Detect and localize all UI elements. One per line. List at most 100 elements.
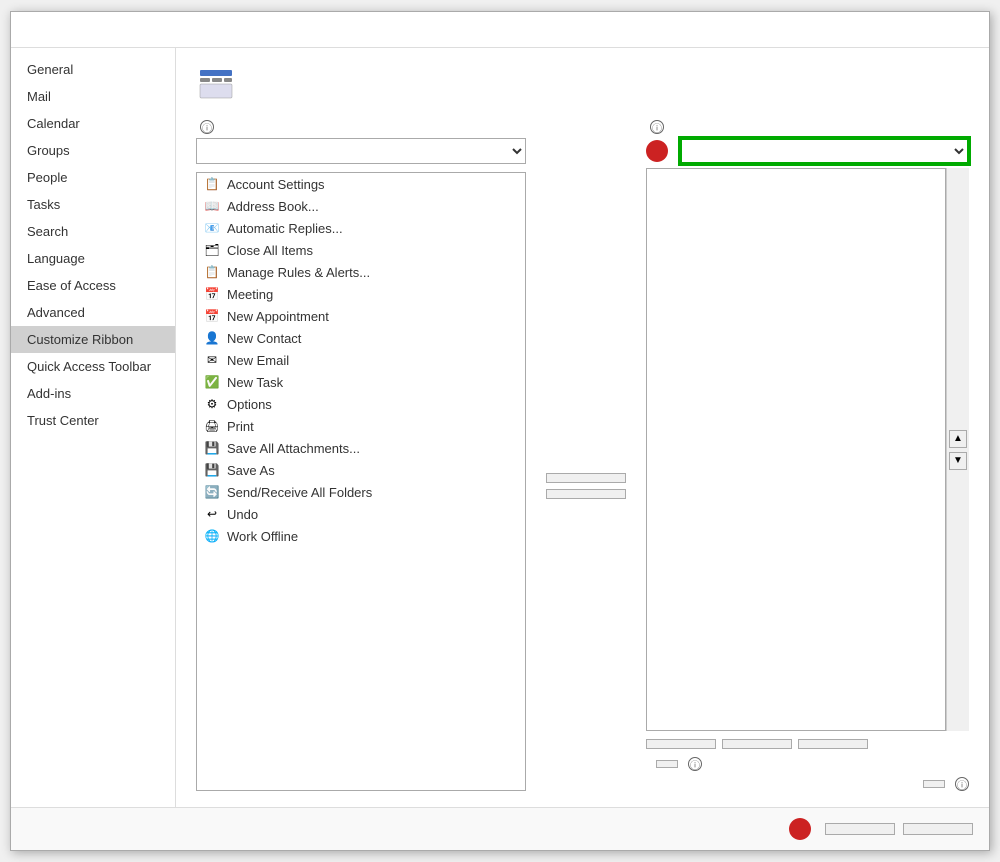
- command-icon: 🔄: [203, 483, 221, 501]
- command-label: New Appointment: [227, 309, 329, 324]
- command-icon: 📖: [203, 197, 221, 215]
- sidebar-item-add-ins[interactable]: Add-ins: [11, 380, 175, 407]
- sidebar-item-ease-of-access[interactable]: Ease of Access: [11, 272, 175, 299]
- command-item[interactable]: ⚙ Options: [197, 393, 525, 415]
- command-item[interactable]: 📋 Account Settings: [197, 173, 525, 195]
- ok-button[interactable]: [825, 823, 895, 835]
- customize-label-row: ⓘ: [646, 120, 969, 134]
- sidebar-item-people[interactable]: People: [11, 164, 175, 191]
- main-content: ⓘ 📋 Account Settings 📖 Address Book... 📧 Auto…: [176, 48, 989, 807]
- choose-label-row: ⓘ: [196, 120, 526, 134]
- ribbon-area: ▲ ▼: [646, 168, 969, 731]
- command-label: Send/Receive All Folders: [227, 485, 372, 500]
- page-header: [196, 64, 969, 104]
- new-tab-button[interactable]: [646, 739, 716, 749]
- command-item[interactable]: ✅ New Task: [197, 371, 525, 393]
- command-icon: 📧: [203, 219, 221, 237]
- title-bar: [11, 12, 989, 48]
- command-label: Automatic Replies...: [227, 221, 343, 236]
- command-item[interactable]: 🗂 Close All Items: [197, 239, 525, 261]
- command-label: Address Book...: [227, 199, 319, 214]
- command-item[interactable]: ✉ New Email: [197, 349, 525, 371]
- dialog-footer: [11, 807, 989, 850]
- command-icon: ⚙: [203, 395, 221, 413]
- command-icon: 💾: [203, 461, 221, 479]
- command-icon: ✉: [203, 351, 221, 369]
- command-icon: 📋: [203, 263, 221, 281]
- command-label: New Task: [227, 375, 283, 390]
- right-panel: ⓘ: [646, 120, 969, 791]
- dialog-body: GeneralMailCalendarGroupsPeopleTasksSear…: [11, 48, 989, 807]
- bottom-buttons-row: [646, 739, 969, 749]
- sidebar-item-trust-center[interactable]: Trust Center: [11, 407, 175, 434]
- right-header-row: ⓘ: [646, 120, 969, 164]
- command-label: Close All Items: [227, 243, 313, 258]
- command-item[interactable]: 📅Meeting: [197, 283, 525, 305]
- command-label: Account Settings: [227, 177, 325, 192]
- command-label: New Contact: [227, 331, 301, 346]
- ribbon-tree[interactable]: [646, 168, 946, 731]
- content-area: ⓘ 📋 Account Settings 📖 Address Book... 📧 Auto…: [196, 120, 969, 791]
- sidebar-item-advanced[interactable]: Advanced: [11, 299, 175, 326]
- new-group-button[interactable]: [722, 739, 792, 749]
- sidebar-item-general[interactable]: General: [11, 56, 175, 83]
- remove-button[interactable]: [546, 489, 626, 499]
- ribbon-dropdown[interactable]: [680, 138, 969, 164]
- command-item[interactable]: 🔄 Send/Receive All Folders: [197, 481, 525, 503]
- outlook-options-dialog: GeneralMailCalendarGroupsPeopleTasksSear…: [10, 11, 990, 851]
- command-icon: 🗂: [203, 241, 221, 259]
- command-icon: ↩: [203, 505, 221, 523]
- command-item[interactable]: 📖 Address Book...: [197, 195, 525, 217]
- command-item[interactable]: 📧 Automatic Replies...: [197, 217, 525, 239]
- badge-2: [646, 140, 668, 162]
- sidebar-item-language[interactable]: Language: [11, 245, 175, 272]
- sidebar-item-search[interactable]: Search: [11, 218, 175, 245]
- command-label: Work Offline: [227, 529, 298, 544]
- customize-info-icon[interactable]: ⓘ: [650, 120, 664, 134]
- command-label: Save As: [227, 463, 275, 478]
- command-label: Options: [227, 397, 272, 412]
- command-label: Meeting: [227, 287, 273, 302]
- import-export-button[interactable]: [923, 780, 945, 788]
- sidebar-item-mail[interactable]: Mail: [11, 83, 175, 110]
- command-icon: 📋: [203, 175, 221, 193]
- sidebar-item-customize-ribbon[interactable]: Customize Ribbon: [11, 326, 175, 353]
- command-label: New Email: [227, 353, 289, 368]
- command-icon: 📅: [203, 307, 221, 325]
- command-icon: 👤: [203, 329, 221, 347]
- command-item[interactable]: 📅 New Appointment: [197, 305, 525, 327]
- command-label: Save All Attachments...: [227, 441, 360, 456]
- command-item[interactable]: ↩ Undo: [197, 503, 525, 525]
- command-item[interactable]: 💾 Save All Attachments...: [197, 437, 525, 459]
- reset-info-icon[interactable]: ⓘ: [688, 757, 702, 771]
- command-icon: ✅: [203, 373, 221, 391]
- left-panel: ⓘ 📋 Account Settings 📖 Address Book... 📧 Auto…: [196, 120, 526, 791]
- sidebar-item-tasks[interactable]: Tasks: [11, 191, 175, 218]
- command-label: Undo: [227, 507, 258, 522]
- command-item[interactable]: 🌐Work Offline: [197, 525, 525, 547]
- command-item[interactable]: 👤 New Contact: [197, 327, 525, 349]
- add-button[interactable]: [546, 473, 626, 483]
- command-item[interactable]: 💾 Save As: [197, 459, 525, 481]
- sidebar-item-groups[interactable]: Groups: [11, 137, 175, 164]
- commands-list[interactable]: 📋 Account Settings 📖 Address Book... 📧 Automa…: [196, 172, 526, 791]
- cancel-button[interactable]: [903, 823, 973, 835]
- commands-dropdown[interactable]: [196, 138, 526, 164]
- reset-button[interactable]: [656, 760, 678, 768]
- command-item[interactable]: 🖨Print: [197, 415, 525, 437]
- command-icon: 💾: [203, 439, 221, 457]
- command-item[interactable]: 📋Manage Rules & Alerts...: [197, 261, 525, 283]
- command-icon: 🖨: [203, 417, 221, 435]
- choose-info-icon[interactable]: ⓘ: [200, 120, 214, 134]
- middle-buttons: [538, 180, 634, 791]
- scroll-down-button[interactable]: ▼: [949, 452, 967, 470]
- scroll-up-button[interactable]: ▲: [949, 430, 967, 448]
- import-export-info-icon[interactable]: ⓘ: [955, 777, 969, 791]
- close-button[interactable]: [953, 18, 977, 42]
- customize-ribbon-icon: [196, 64, 236, 104]
- sidebar: GeneralMailCalendarGroupsPeopleTasksSear…: [11, 48, 176, 807]
- customizations-row: ⓘ: [646, 757, 969, 771]
- sidebar-item-quick-access-toolbar[interactable]: Quick Access Toolbar: [11, 353, 175, 380]
- rename-button[interactable]: [798, 739, 868, 749]
- sidebar-item-calendar[interactable]: Calendar: [11, 110, 175, 137]
